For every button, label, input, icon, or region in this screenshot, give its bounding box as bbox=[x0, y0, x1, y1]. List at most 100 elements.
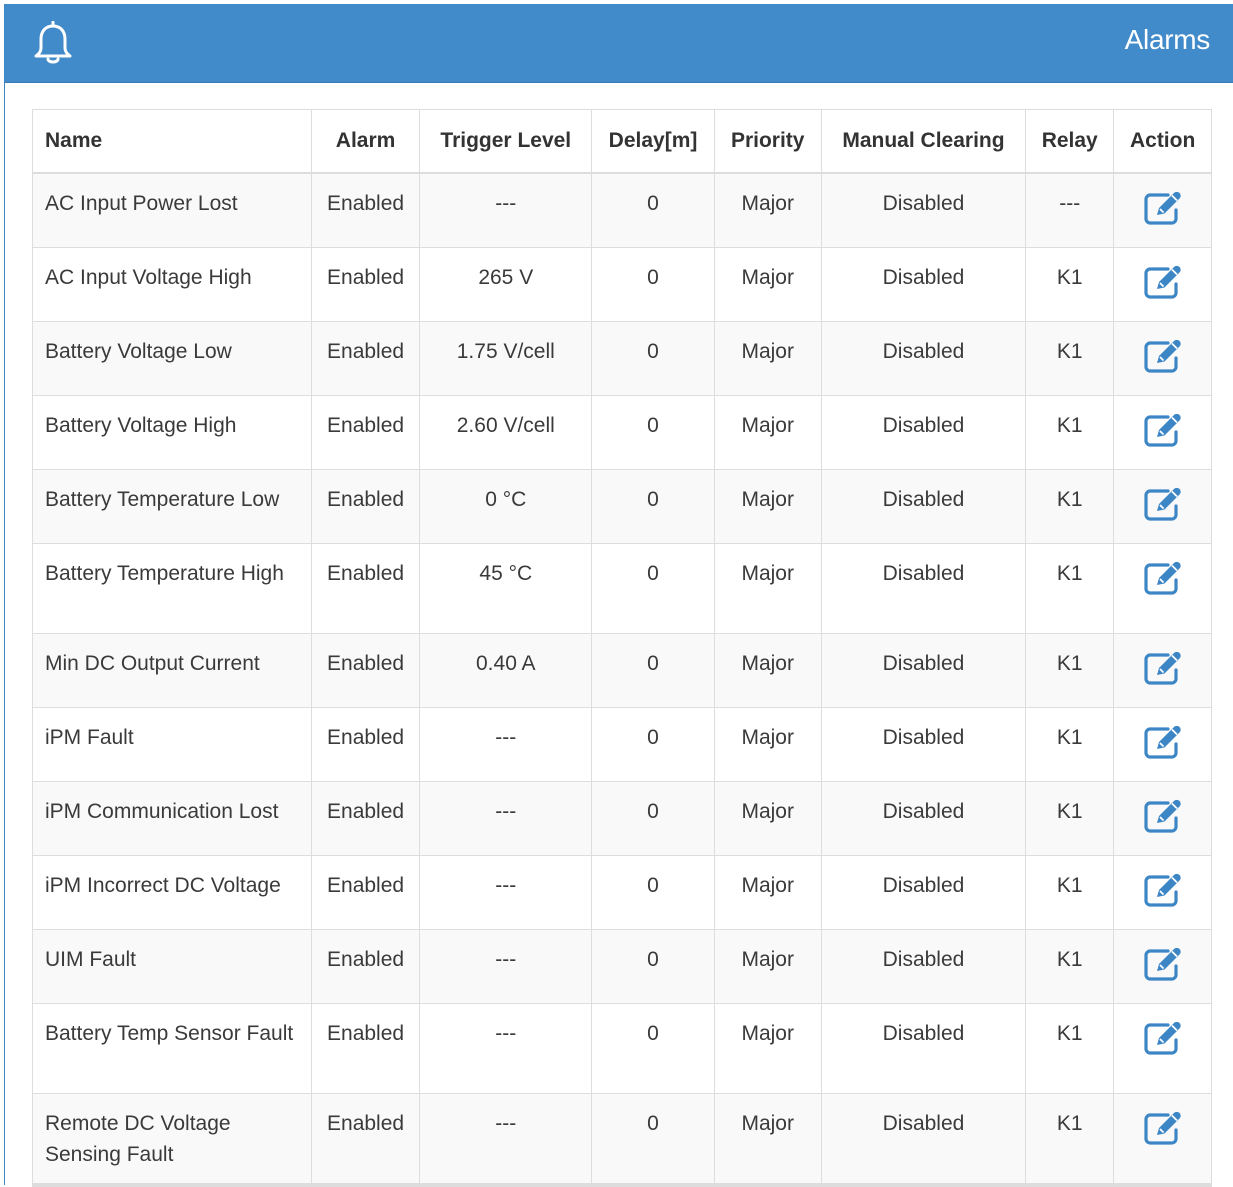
delay-cell: 0 bbox=[591, 781, 715, 856]
column-header-delay[interactable]: Delay[m] bbox=[591, 110, 715, 174]
alarm-name-cell: Battery Voltage Low bbox=[33, 321, 312, 396]
edit-button[interactable] bbox=[1141, 188, 1185, 228]
alarm-status-cell: Enabled bbox=[310, 707, 421, 782]
action-cell bbox=[1113, 395, 1211, 470]
relay-cell: K1 bbox=[1025, 707, 1115, 782]
manual-clearing-cell: Disabled bbox=[820, 929, 1027, 1004]
panel-heading: Alarms bbox=[5, 4, 1233, 83]
relay-cell: K1 bbox=[1025, 395, 1115, 470]
edit-icon bbox=[1144, 561, 1181, 595]
edit-icon bbox=[1144, 799, 1181, 833]
edit-icon bbox=[1144, 191, 1181, 225]
table-row: Battery Temperature Low Enabled 0 °C 0 M… bbox=[33, 469, 1211, 544]
edit-button[interactable] bbox=[1141, 484, 1185, 524]
manual-clearing-cell: Disabled bbox=[820, 321, 1027, 396]
alarm-status-cell: Enabled bbox=[310, 929, 421, 1004]
trigger-level-cell: --- bbox=[419, 929, 593, 1004]
action-cell bbox=[1113, 469, 1211, 544]
delay-cell: 0 bbox=[591, 469, 715, 544]
table-row: iPM Incorrect DC Voltage Enabled --- 0 M… bbox=[33, 855, 1211, 930]
table-row: UIM Fault Enabled --- 0 Major Disabled K… bbox=[33, 929, 1211, 1004]
table-row: Battery Temp Sensor Fault Enabled --- 0 … bbox=[33, 1003, 1211, 1094]
column-header-relay[interactable]: Relay bbox=[1025, 110, 1115, 174]
alarm-name-cell: iPM Fault bbox=[33, 707, 312, 782]
trigger-level-cell: --- bbox=[419, 1093, 593, 1184]
alarms-table-container: Name Alarm Trigger Level Delay[m] Priori… bbox=[32, 109, 1212, 1187]
priority-cell: Major bbox=[713, 633, 822, 708]
edit-icon bbox=[1144, 1021, 1181, 1055]
priority-cell: Major bbox=[713, 247, 822, 322]
action-cell bbox=[1113, 543, 1211, 634]
trigger-level-cell: --- bbox=[419, 1003, 593, 1094]
column-header-priority[interactable]: Priority bbox=[713, 110, 822, 174]
edit-button[interactable] bbox=[1141, 648, 1185, 688]
alarm-status-cell: Enabled bbox=[310, 321, 421, 396]
action-cell bbox=[1113, 247, 1211, 322]
table-row: iPM Fault Enabled --- 0 Major Disabled K… bbox=[33, 707, 1211, 782]
delay-cell: 0 bbox=[591, 1003, 715, 1094]
priority-cell: Major bbox=[713, 469, 822, 544]
edit-button[interactable] bbox=[1141, 410, 1185, 450]
relay-cell: K1 bbox=[1025, 633, 1115, 708]
priority-cell: Major bbox=[713, 1003, 822, 1094]
alarm-name-cell: AC Input Voltage High bbox=[33, 247, 312, 322]
trigger-level-cell: --- bbox=[419, 855, 593, 930]
trigger-level-cell: 45 °C bbox=[419, 543, 593, 634]
column-header-action: Action bbox=[1113, 110, 1211, 174]
edit-icon bbox=[1144, 413, 1181, 447]
manual-clearing-cell: Disabled bbox=[820, 172, 1027, 248]
column-header-name[interactable]: Name bbox=[33, 110, 312, 174]
alarm-status-cell: Enabled bbox=[310, 1093, 421, 1184]
edit-icon bbox=[1144, 339, 1181, 373]
manual-clearing-cell: Disabled bbox=[820, 543, 1027, 634]
priority-cell: Major bbox=[713, 543, 822, 634]
alarm-name-cell: Battery Temp Sensor Fault bbox=[33, 1003, 312, 1094]
bell-icon bbox=[34, 21, 72, 64]
relay-cell: K1 bbox=[1025, 469, 1115, 544]
action-cell bbox=[1113, 633, 1211, 708]
edit-button[interactable] bbox=[1141, 722, 1185, 762]
relay-cell: K1 bbox=[1025, 781, 1115, 856]
action-cell bbox=[1113, 929, 1211, 1004]
edit-button[interactable] bbox=[1141, 1108, 1185, 1148]
alarm-status-cell: Enabled bbox=[310, 172, 421, 248]
manual-clearing-cell: Disabled bbox=[820, 247, 1027, 322]
manual-clearing-cell: Disabled bbox=[820, 395, 1027, 470]
edit-icon bbox=[1144, 725, 1181, 759]
alarm-status-cell: Enabled bbox=[310, 633, 421, 708]
alarms-panel: Alarms Name Alarm Trigger Level Delay[m] bbox=[4, 4, 1233, 1187]
trigger-level-cell: --- bbox=[419, 707, 593, 782]
edit-button[interactable] bbox=[1141, 262, 1185, 302]
delay-cell: 0 bbox=[591, 633, 715, 708]
edit-button[interactable] bbox=[1141, 336, 1185, 376]
relay-cell: K1 bbox=[1025, 1093, 1115, 1184]
delay-cell: 0 bbox=[591, 172, 715, 248]
edit-icon bbox=[1144, 265, 1181, 299]
priority-cell: Major bbox=[713, 395, 822, 470]
action-cell bbox=[1113, 855, 1211, 930]
alarm-status-cell: Enabled bbox=[310, 855, 421, 930]
alarm-status-cell: Enabled bbox=[310, 543, 421, 634]
action-cell bbox=[1113, 172, 1211, 248]
edit-button[interactable] bbox=[1141, 1018, 1185, 1058]
action-cell bbox=[1113, 1003, 1211, 1094]
edit-icon bbox=[1144, 651, 1181, 685]
delay-cell: 0 bbox=[591, 707, 715, 782]
edit-button[interactable] bbox=[1141, 944, 1185, 984]
alarm-name-cell: Battery Temperature Low bbox=[33, 469, 312, 544]
edit-button[interactable] bbox=[1141, 870, 1185, 910]
priority-cell: Major bbox=[713, 321, 822, 396]
delay-cell: 0 bbox=[591, 395, 715, 470]
relay-cell: --- bbox=[1025, 172, 1115, 248]
relay-cell: K1 bbox=[1025, 247, 1115, 322]
column-header-trigger-level[interactable]: Trigger Level bbox=[419, 110, 593, 174]
edit-button[interactable] bbox=[1141, 558, 1185, 598]
trigger-level-cell: 2.60 V/cell bbox=[419, 395, 593, 470]
delay-cell: 0 bbox=[591, 929, 715, 1004]
priority-cell: Major bbox=[713, 172, 822, 248]
delay-cell: 0 bbox=[591, 543, 715, 634]
manual-clearing-cell: Disabled bbox=[820, 1003, 1027, 1094]
column-header-alarm[interactable]: Alarm bbox=[310, 110, 421, 174]
edit-button[interactable] bbox=[1141, 796, 1185, 836]
column-header-manual-clearing[interactable]: Manual Clearing bbox=[820, 110, 1027, 174]
